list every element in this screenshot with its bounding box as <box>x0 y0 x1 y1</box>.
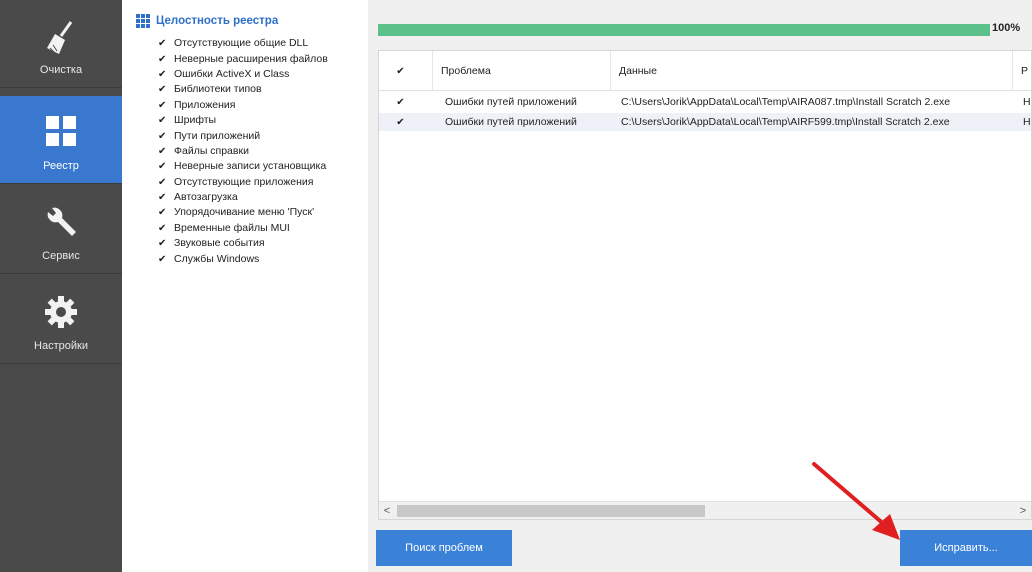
checkmark-icon: ✔ <box>158 84 167 96</box>
checkmark-icon: ✔ <box>158 207 167 219</box>
scrollbar-thumb[interactable] <box>397 505 705 517</box>
row-data: C:\Users\Jorik\AppData\Local\Temp\AIRA08… <box>621 96 951 108</box>
category-label: Временные файлы MUI <box>174 221 290 234</box>
category-item[interactable]: ✔ Автозагрузка <box>158 190 328 205</box>
scroll-right-icon[interactable]: > <box>1015 502 1031 520</box>
checkmark-icon: ✔ <box>158 115 167 127</box>
checkmark-icon: ✔ <box>158 145 167 157</box>
horizontal-scrollbar[interactable]: < > <box>379 501 1031 519</box>
sidebar-nav: Очистка Реестр Сервис Настройки <box>0 0 122 572</box>
checkbox-checked-icon: ✔ <box>396 66 405 77</box>
table-header: ✔ Проблема Данные Р <box>379 51 1031 91</box>
nav-item-cleaner[interactable]: Очистка <box>0 0 122 88</box>
category-item[interactable]: ✔ Библиотеки типов <box>158 82 328 97</box>
category-label: Шрифты <box>174 114 217 127</box>
registry-category-icon <box>136 14 150 28</box>
category-item[interactable]: ✔ Звуковые события <box>158 236 328 251</box>
annotation-arrow-icon <box>812 462 900 540</box>
category-label: Ошибки ActiveX и Class <box>174 67 290 80</box>
category-item[interactable]: ✔ Упорядочивание меню 'Пуск' <box>158 205 328 220</box>
column-header-problem[interactable]: Проблема <box>433 51 611 91</box>
nav-label: Очистка <box>39 64 83 76</box>
nav-item-tools[interactable]: Сервис <box>0 186 122 274</box>
category-item[interactable]: ✔ Ошибки ActiveX и Class <box>158 67 328 82</box>
nav-item-settings[interactable]: Настройки <box>0 276 122 364</box>
category-item[interactable]: ✔ Отсутствующие общие DLL <box>158 36 328 51</box>
category-item[interactable]: ✔ Шрифты <box>158 113 328 128</box>
category-item[interactable]: ✔ Временные файлы MUI <box>158 221 328 236</box>
table-row[interactable]: ✔ Ошибки путей приложений C:\Users\Jorik… <box>379 93 1031 111</box>
fix-button[interactable]: Исправить... <box>900 530 1032 566</box>
broom-icon <box>0 18 122 54</box>
scan-button[interactable]: Поиск проблем <box>376 530 512 566</box>
checkmark-icon: ✔ <box>158 222 167 234</box>
category-item[interactable]: ✔ Пути приложений <box>158 128 328 143</box>
tree-header[interactable]: Целостность реестра <box>136 14 278 28</box>
category-item[interactable]: ✔ Отсутствующие приложения <box>158 175 328 190</box>
category-label: Отсутствующие приложения <box>174 175 314 188</box>
results-panel: 100% ✔ Проблема Данные Р ✔ Ошибки путей … <box>368 0 1032 572</box>
checkbox-checked-icon: ✔ <box>396 117 405 128</box>
nav-label: Сервис <box>42 250 80 262</box>
checkmark-icon: ✔ <box>158 53 167 65</box>
category-label: Пути приложений <box>174 129 261 142</box>
select-all-checkbox[interactable]: ✔ <box>379 51 433 91</box>
category-label: Приложения <box>174 98 236 111</box>
category-label: Библиотеки типов <box>174 83 262 96</box>
category-label: Упорядочивание меню 'Пуск' <box>174 206 315 219</box>
row-checkbox[interactable]: ✔ <box>395 113 415 131</box>
row-data: C:\Users\Jorik\AppData\Local\Temp\AIRF59… <box>621 116 950 128</box>
checkmark-icon: ✔ <box>158 238 167 250</box>
category-item[interactable]: ✔ Приложения <box>158 98 328 113</box>
row-extra: H <box>1023 96 1031 108</box>
nav-label: Реестр <box>43 160 79 172</box>
nav-label: Настройки <box>34 340 88 352</box>
tree-title: Целостность реестра <box>156 15 279 27</box>
category-tree: Целостность реестра ✔ Отсутствующие общие… <box>122 0 368 572</box>
checkbox-checked-icon: ✔ <box>396 97 405 108</box>
scan-progress-bar <box>378 24 990 36</box>
category-label: Звуковые события <box>174 237 265 250</box>
progress-percent: 100% <box>992 22 1021 34</box>
wrench-icon <box>0 204 122 240</box>
category-label: Автозагрузка <box>174 191 238 204</box>
column-header-extra[interactable]: Р <box>1013 51 1032 91</box>
category-list: ✔ Отсутствующие общие DLL ✔ Неверные расши… <box>158 36 328 267</box>
category-label: Службы Windows <box>174 252 260 265</box>
checkmark-icon: ✔ <box>158 176 167 188</box>
nav-item-registry[interactable]: Реестр <box>0 96 122 184</box>
progress-fill <box>378 24 990 36</box>
row-problem: Ошибки путей приложений <box>445 116 577 128</box>
category-item[interactable]: ✔ Службы Windows <box>158 251 328 266</box>
results-table: ✔ Проблема Данные Р ✔ Ошибки путей прило… <box>378 50 1032 520</box>
row-checkbox[interactable]: ✔ <box>395 93 415 111</box>
scroll-left-icon[interactable]: < <box>379 502 395 520</box>
category-label: Файлы справки <box>174 144 249 157</box>
checkmark-icon: ✔ <box>158 192 167 204</box>
category-item[interactable]: ✔ Файлы справки <box>158 144 328 159</box>
category-item[interactable]: ✔ Неверные расширения файлов <box>158 51 328 66</box>
category-label: Неверные записи установщика <box>174 160 327 173</box>
gear-icon <box>0 294 122 330</box>
table-row[interactable]: ✔ Ошибки путей приложений C:\Users\Jorik… <box>379 113 1031 131</box>
checkmark-icon: ✔ <box>158 68 167 80</box>
checkmark-icon: ✔ <box>158 161 167 173</box>
column-header-data[interactable]: Данные <box>611 51 1013 91</box>
registry-grid-icon <box>0 114 122 150</box>
checkmark-icon: ✔ <box>158 38 167 50</box>
checkmark-icon: ✔ <box>158 130 167 142</box>
row-extra: H <box>1023 116 1031 128</box>
checkmark-icon: ✔ <box>158 253 167 265</box>
category-label: Отсутствующие общие DLL <box>174 37 309 50</box>
category-label: Неверные расширения файлов <box>174 52 328 65</box>
category-item[interactable]: ✔ Неверные записи установщика <box>158 159 328 174</box>
row-problem: Ошибки путей приложений <box>445 96 577 108</box>
checkmark-icon: ✔ <box>158 99 167 111</box>
